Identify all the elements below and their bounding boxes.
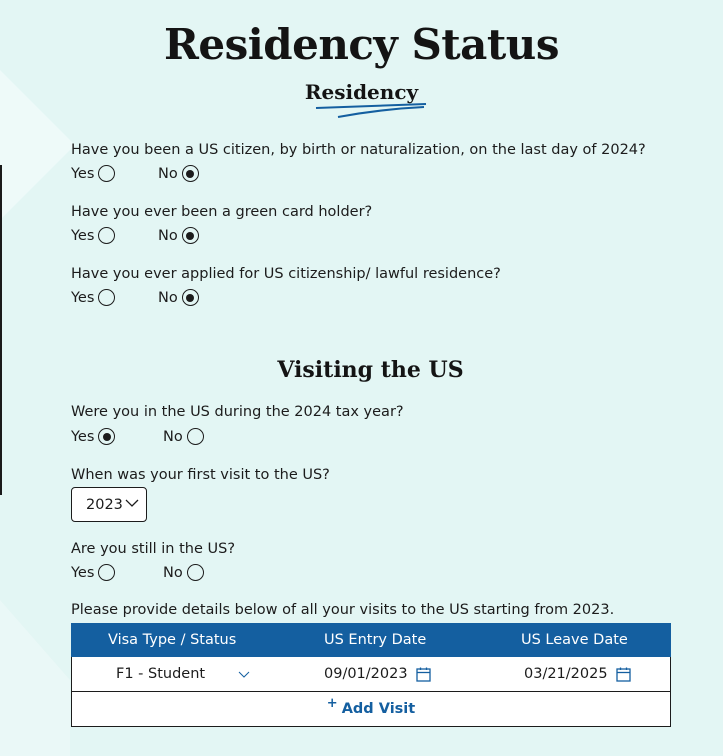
radio-label: Yes — [71, 428, 95, 445]
radio-option-yes[interactable]: Yes — [71, 165, 116, 182]
visa-type-value: F1 - Student — [116, 666, 206, 682]
radio-option-yes[interactable]: Yes — [71, 289, 116, 306]
radio-button[interactable] — [98, 165, 116, 182]
column-header-leave-date: US Leave Date — [521, 632, 628, 648]
radio-button[interactable] — [181, 165, 199, 182]
chevron-down-icon — [238, 671, 250, 678]
radio-label: Yes — [71, 227, 95, 244]
calendar-icon[interactable] — [615, 667, 631, 682]
section-underline — [315, 103, 427, 118]
radio-option-no[interactable]: No — [158, 165, 199, 182]
radio-label: No — [158, 289, 178, 306]
radio-option-yes[interactable]: Yes — [71, 227, 116, 244]
section-tab-residency: Residency — [304, 80, 419, 104]
radio-button[interactable] — [181, 289, 199, 306]
radio-option-no[interactable]: No — [163, 564, 204, 581]
section-heading-visiting: Visiting the US — [277, 357, 464, 383]
chevron-down-icon — [125, 499, 139, 507]
radio-button[interactable] — [98, 289, 116, 306]
radio-button[interactable] — [98, 428, 116, 445]
selected-year: 2023 — [86, 496, 123, 513]
radio-label: No — [163, 564, 183, 581]
question-in-us-tax-year: Were you in the US during the 2024 tax y… — [71, 404, 404, 420]
first-visit-year-select[interactable]: 2023 — [71, 487, 147, 522]
radio-button[interactable] — [186, 564, 204, 581]
add-visit-label: Add Visit — [341, 701, 416, 717]
calendar-icon[interactable] — [415, 667, 431, 682]
radio-button[interactable] — [181, 227, 199, 244]
visa-type-select[interactable]: F1 - Student — [116, 666, 256, 682]
radio-label: No — [158, 165, 178, 182]
radio-button[interactable] — [98, 564, 116, 581]
question-us-citizen: Have you been a US citizen, by birth or … — [71, 142, 646, 158]
page-title: Residency Status — [164, 20, 559, 69]
radio-label: No — [158, 227, 178, 244]
question-first-visit: When was your first visit to the US? — [71, 467, 330, 483]
leave-date-field[interactable]: 03/21/2025 — [524, 666, 631, 682]
radio-label: Yes — [71, 289, 95, 306]
table-header: Visa Type / Status US Entry Date US Leav… — [71, 623, 671, 657]
radio-option-yes[interactable]: Yes — [71, 564, 116, 581]
add-visit-row: + Add Visit — [71, 692, 671, 727]
radio-option-no[interactable]: No — [158, 289, 199, 306]
entry-date-field[interactable]: 09/01/2023 — [324, 666, 431, 682]
radio-label: No — [163, 428, 183, 445]
radio-label: Yes — [71, 564, 95, 581]
question-still-in-us: Are you still in the US? — [71, 541, 236, 557]
leave-date-value: 03/21/2025 — [524, 666, 608, 682]
question-green-card: Have you ever been a green card holder? — [71, 204, 373, 220]
radio-label: Yes — [71, 165, 95, 182]
visits-details-prompt: Please provide details below of all your… — [71, 602, 615, 618]
add-visit-button[interactable]: + Add Visit — [326, 696, 416, 717]
visits-table: Visa Type / Status US Entry Date US Leav… — [71, 623, 671, 727]
radio-option-no[interactable]: No — [163, 428, 204, 445]
radio-button[interactable] — [98, 227, 116, 244]
radio-option-no[interactable]: No — [158, 227, 199, 244]
column-header-entry-date: US Entry Date — [324, 632, 427, 648]
column-header-visa-type: Visa Type / Status — [108, 632, 237, 648]
plus-icon: + — [326, 696, 338, 711]
radio-option-yes[interactable]: Yes — [71, 428, 116, 445]
question-applied-citizenship: Have you ever applied for US citizenship… — [71, 266, 501, 282]
entry-date-value: 09/01/2023 — [324, 666, 408, 682]
radio-button[interactable] — [186, 428, 204, 445]
left-edge-divider — [0, 165, 2, 495]
table-row: F1 - Student 09/01/2023 03/21/2025 — [71, 657, 671, 692]
